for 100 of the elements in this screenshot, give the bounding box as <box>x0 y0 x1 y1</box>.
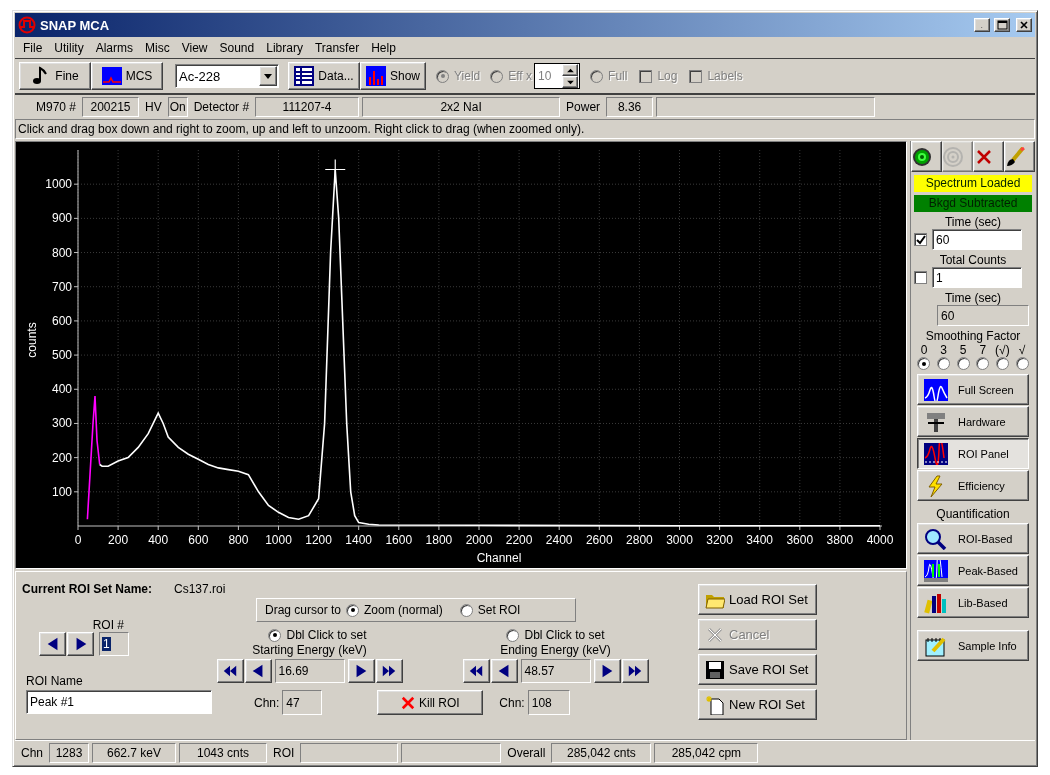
menu-item[interactable]: Library <box>260 40 309 55</box>
info-field: 8.36 <box>606 97 654 117</box>
fast-back-button[interactable] <box>216 659 244 683</box>
toolbar-button[interactable]: Data... <box>288 62 360 90</box>
view-button[interactable]: Efficiency <box>917 470 1029 501</box>
energy-field[interactable]: 48.57 <box>520 659 591 683</box>
minimize-button[interactable] <box>974 18 990 32</box>
toolbar-button[interactable]: Show <box>360 62 426 90</box>
double-left-arrow-icon <box>222 663 238 679</box>
close-button[interactable] <box>1016 18 1032 32</box>
status-label: Overall <box>507 745 546 760</box>
axis-tick-label: 1600 <box>385 533 413 547</box>
smoothing-option-label: 5 <box>958 343 968 357</box>
up-arrow-icon <box>565 67 575 73</box>
view-button[interactable]: Hardware <box>917 406 1029 437</box>
roi-set-button[interactable]: Load ROI Set <box>698 584 817 615</box>
info-field: 2x2 NaI <box>362 97 561 117</box>
peaks-icon <box>924 559 948 582</box>
tool-button[interactable] <box>911 141 942 172</box>
isotope-dropdown[interactable]: Ac-228 <box>175 64 279 88</box>
menu-item[interactable]: Help <box>365 40 402 55</box>
radio-button[interactable] <box>956 357 970 370</box>
roi-number-label: ROI # <box>92 618 124 632</box>
info-label: Detector # <box>193 100 250 114</box>
view-button[interactable]: ROI Panel <box>917 438 1029 469</box>
preset-field[interactable]: 1 <box>932 267 1022 288</box>
tool-button[interactable] <box>1004 141 1035 172</box>
sample-info-button[interactable]: Sample Info <box>917 630 1029 661</box>
roi-name-field[interactable]: Peak #1 <box>26 690 212 714</box>
axis-tick-label: 3000 <box>666 533 693 547</box>
menu-item[interactable]: Alarms <box>89 40 140 55</box>
quantification-button[interactable]: Lib-Based <box>917 587 1029 618</box>
wave-icon <box>924 378 948 401</box>
forward-button[interactable] <box>593 659 621 683</box>
radio-button[interactable] <box>1016 357 1029 370</box>
roi-number-field[interactable]: 1 <box>99 632 129 656</box>
axis-tick-label: 400 <box>51 382 72 397</box>
roi-set-button[interactable]: New ROI Set <box>698 689 817 720</box>
chn-field[interactable]: 47 <box>282 690 323 715</box>
smoothing-label: Smoothing Factor <box>925 329 1021 343</box>
preset-field[interactable]: 60 <box>932 229 1022 250</box>
forward-button[interactable] <box>347 659 375 683</box>
roi-set-button[interactable]: Save ROI Set <box>698 654 817 685</box>
quantification-button[interactable]: Peak-Based <box>917 555 1029 586</box>
fast-forward-button[interactable] <box>375 659 403 683</box>
radio-label: Dbl Click to set <box>524 628 605 642</box>
tool-button[interactable] <box>973 141 1004 172</box>
axis-tick-label: 400 <box>148 533 169 547</box>
roi-set-label: Current ROI Set Name: <box>22 582 153 596</box>
axis-tick-label: 0 <box>74 533 82 547</box>
radio-label: Zoom (normal) <box>364 603 443 617</box>
menu-item[interactable]: Misc <box>139 40 176 55</box>
menu-item[interactable]: File <box>17 40 49 55</box>
radio-label: Full <box>608 69 628 83</box>
chn-field[interactable]: 108 <box>527 690 570 715</box>
maximize-button[interactable] <box>994 18 1010 32</box>
books-icon <box>924 591 948 614</box>
roi-name-label: ROI Name <box>26 674 84 688</box>
previous-button[interactable] <box>39 632 66 656</box>
menu-item[interactable]: Utility <box>48 40 90 55</box>
roi-set-name: Cs137.roi <box>174 582 226 596</box>
close-icon <box>1019 20 1029 30</box>
fast-forward-button[interactable] <box>621 659 649 683</box>
axis-tick-label: 1200 <box>305 533 332 547</box>
checkbox-label: Labels <box>707 69 743 83</box>
smoothing-option-label: √ <box>1017 343 1027 357</box>
toolbar-button[interactable]: MCS <box>91 62 163 90</box>
axis-title: counts <box>25 322 39 358</box>
checkbox[interactable] <box>914 271 927 284</box>
menu-item[interactable]: View <box>175 40 214 55</box>
radio-button[interactable] <box>976 357 990 370</box>
status-flag: Bkgd Subtracted <box>914 195 1032 212</box>
menu-item[interactable]: Sound <box>213 40 261 55</box>
radio-button[interactable] <box>996 357 1010 370</box>
view-button[interactable]: Full Screen <box>917 374 1029 405</box>
fast-back-button[interactable] <box>462 659 490 683</box>
back-button[interactable] <box>490 659 518 683</box>
brush-icon <box>1005 146 1025 167</box>
toolbar-button[interactable]: Fine <box>19 62 91 90</box>
energy-field[interactable]: 16.69 <box>274 659 345 683</box>
checkbox[interactable] <box>914 233 927 246</box>
axis-tick-label: 800 <box>228 533 249 547</box>
status-field: 285,042 cnts <box>551 742 652 763</box>
quantification-button[interactable]: ROI-Based <box>917 523 1029 554</box>
energy-label: Ending Energy (keV) <box>500 643 611 657</box>
radio-button[interactable] <box>459 603 473 617</box>
chn-label: Chn: <box>499 695 525 710</box>
radio-button[interactable] <box>917 357 930 370</box>
radio-button[interactable] <box>936 357 950 370</box>
radio-button[interactable] <box>506 628 520 642</box>
status-label: ROI <box>273 745 295 760</box>
next-button[interactable] <box>67 632 94 656</box>
info-field: On <box>167 97 188 117</box>
axis-tick-label: 200 <box>51 450 72 465</box>
kill-roi-button[interactable]: Kill ROI <box>377 690 484 715</box>
menu-item[interactable]: Transfer <box>308 40 366 55</box>
axis-tick-label: 2200 <box>505 533 533 547</box>
back-button[interactable] <box>244 659 272 683</box>
new-file-icon <box>705 694 725 715</box>
axis-tick-label: 300 <box>51 416 72 431</box>
